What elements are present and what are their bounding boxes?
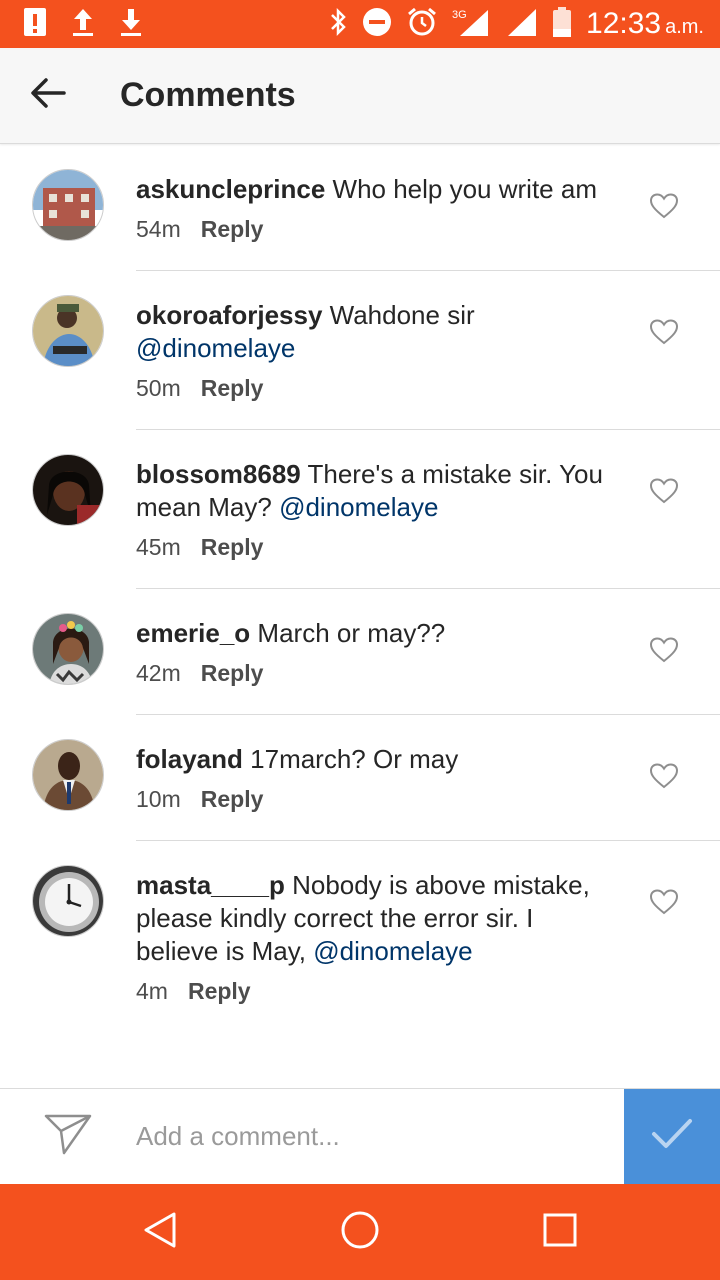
app-bar: Comments — [0, 48, 720, 144]
send-icon — [44, 1113, 92, 1160]
comment-list: askuncleprince Who help you write am 54m… — [0, 145, 720, 1033]
bluetooth-icon — [328, 7, 348, 42]
alert-icon — [22, 6, 48, 43]
nav-back-button[interactable] — [110, 1184, 210, 1280]
comment-username[interactable]: blossom8689 — [136, 459, 301, 489]
svg-text:3G: 3G — [452, 9, 467, 21]
upload-icon — [70, 6, 96, 43]
heart-icon[interactable] — [649, 637, 679, 663]
back-button[interactable] — [0, 48, 96, 144]
comment-time: 54m — [136, 216, 181, 242]
comment-username[interactable]: emerie_o — [136, 618, 250, 648]
comment-text: emerie_o March or may?? — [136, 589, 620, 650]
comment-item: askuncleprince Who help you write am 54m… — [0, 145, 720, 271]
reply-button[interactable]: Reply — [188, 978, 251, 1005]
heart-icon[interactable] — [649, 478, 679, 504]
back-triangle-icon — [142, 1210, 178, 1255]
arrow-left-icon — [30, 77, 66, 114]
comment-time: 42m — [136, 660, 181, 686]
comment-time: 45m — [136, 534, 181, 560]
reply-button[interactable]: Reply — [201, 216, 264, 243]
comment-meta: 50m Reply — [136, 375, 620, 430]
send-button[interactable] — [0, 1089, 136, 1185]
comment-username[interactable]: folayand — [136, 744, 243, 774]
comment-item: folayand 17march? Or may 10m Reply — [0, 715, 720, 841]
comment-body: March or may?? — [250, 618, 446, 648]
nav-home-button[interactable] — [310, 1184, 410, 1280]
clock-ampm: a.m. — [665, 16, 704, 38]
comment-mention[interactable]: @dinomelaye — [136, 333, 295, 363]
heart-icon[interactable] — [649, 763, 679, 789]
comment-meta: 54m Reply — [136, 216, 620, 271]
avatar[interactable] — [32, 739, 104, 811]
comment-meta: 42m Reply — [136, 660, 620, 715]
do-not-disturb-icon — [362, 7, 392, 42]
post-button[interactable] — [624, 1088, 720, 1185]
reply-button[interactable]: Reply — [201, 786, 264, 813]
avatar[interactable] — [32, 865, 104, 937]
avatar[interactable] — [32, 454, 104, 526]
comment-body: Wahdone sir — [322, 300, 475, 330]
comment-mention[interactable]: @dinomelaye — [313, 936, 472, 966]
signal-3g-icon: 3G — [452, 6, 492, 43]
comment-mention[interactable]: @dinomelaye — [279, 492, 438, 522]
comment-meta: 4m Reply — [136, 978, 620, 1033]
reply-button[interactable]: Reply — [201, 660, 264, 687]
recents-square-icon — [542, 1212, 578, 1253]
comment-body: Who help you write am — [325, 174, 597, 204]
heart-icon[interactable] — [649, 193, 679, 219]
heart-icon[interactable] — [649, 889, 679, 915]
comment-username[interactable]: okoroaforjessy — [136, 300, 322, 330]
status-bar: 3G 12:33 a.m. — [0, 0, 720, 48]
avatar[interactable] — [32, 295, 104, 367]
avatar[interactable] — [32, 169, 104, 241]
comment-username[interactable]: askuncleprince — [136, 174, 325, 204]
comment-item: okoroaforjessy Wahdone sir @dinomelaye 5… — [0, 271, 720, 430]
download-icon — [118, 6, 144, 43]
comment-text: okoroaforjessy Wahdone sir @dinomelaye — [136, 271, 620, 365]
comment-text: blossom8689 There's a mistake sir. You m… — [136, 430, 620, 524]
nav-recents-button[interactable] — [510, 1184, 610, 1280]
system-nav-bar — [0, 1184, 720, 1280]
comment-text: masta____p Nobody is above mistake, plea… — [136, 841, 620, 968]
signal-icon — [506, 6, 538, 43]
comment-text: askuncleprince Who help you write am — [136, 145, 620, 206]
comment-text: folayand 17march? Or may — [136, 715, 620, 776]
clock-time: 12:33 — [586, 7, 662, 40]
comment-input[interactable] — [136, 1088, 624, 1185]
reply-button[interactable]: Reply — [201, 534, 264, 561]
avatar[interactable] — [32, 613, 104, 685]
comment-meta: 10m Reply — [136, 786, 620, 841]
home-circle-icon — [340, 1210, 380, 1255]
battery-icon — [552, 6, 572, 43]
comment-time: 10m — [136, 786, 181, 812]
checkmark-icon — [650, 1117, 694, 1156]
comment-item: emerie_o March or may?? 42m Reply — [0, 589, 720, 715]
comment-body: 17march? Or may — [242, 744, 459, 774]
comment-username[interactable]: masta____p — [136, 870, 285, 900]
reply-button[interactable]: Reply — [201, 375, 264, 402]
alarm-icon — [406, 6, 438, 43]
comment-item: blossom8689 There's a mistake sir. You m… — [0, 430, 720, 589]
comment-composer — [0, 1088, 720, 1185]
comment-meta: 45m Reply — [136, 534, 620, 589]
heart-icon[interactable] — [649, 319, 679, 345]
comment-time: 50m — [136, 375, 181, 401]
page-title: Comments — [120, 76, 296, 114]
comment-time: 4m — [136, 978, 168, 1004]
comment-item: masta____p Nobody is above mistake, plea… — [0, 841, 720, 1033]
